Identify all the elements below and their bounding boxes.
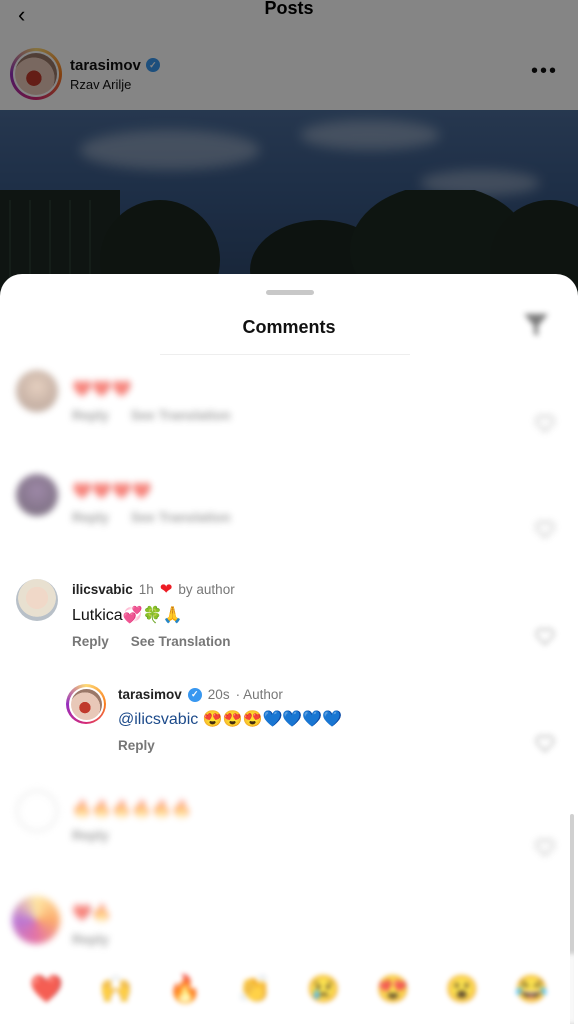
heart-outline-icon[interactable] (534, 836, 556, 858)
comment-text: ❤️❤️❤️ (72, 381, 132, 398)
see-translation-button[interactable]: See Translation (131, 510, 231, 525)
reply-button[interactable]: Reply (118, 738, 155, 753)
reaction-laughing[interactable]: 😂 (515, 973, 549, 1005)
heart-outline-icon[interactable] (534, 412, 556, 434)
filter-icon[interactable] (520, 308, 552, 340)
reaction-heart-eyes[interactable]: 😍 (376, 973, 410, 1005)
liked-by-author-heart-icon: ❤ (159, 581, 173, 598)
see-translation-button[interactable]: See Translation (131, 634, 231, 649)
comment-time: 1h (138, 581, 154, 597)
comment-text: @ilicsvabic 😍😍😍💙💙💙💙 (118, 711, 343, 728)
see-translation-button[interactable]: See Translation (131, 408, 231, 423)
mention-link[interactable]: @ilicsvabic (118, 711, 198, 728)
reaction-raised-hands[interactable]: 🙌 (99, 973, 133, 1005)
commenter-avatar[interactable] (16, 579, 58, 621)
commenter-avatar[interactable] (66, 684, 106, 724)
quick-reaction-bar: ❤️ 🙌 🔥 👏 😢 😍 😮 😂 (0, 954, 578, 1024)
sheet-title: Comments (242, 317, 336, 337)
heart-outline-icon[interactable] (534, 518, 556, 540)
verified-badge-icon: ✓ (187, 687, 202, 702)
reaction-fire[interactable]: 🔥 (168, 973, 202, 1005)
reaction-heart[interactable]: ❤️ (30, 973, 64, 1005)
author-label: · Author (235, 687, 283, 702)
reply-button[interactable]: Reply (72, 634, 109, 649)
comment-username[interactable]: tarasimov (118, 687, 182, 702)
commenter-avatar[interactable] (16, 370, 58, 412)
heart-outline-icon[interactable] (534, 732, 556, 754)
reply-button[interactable]: Reply (72, 932, 109, 947)
reaction-surprised[interactable]: 😮 (445, 973, 479, 1005)
reaction-crying[interactable]: 😢 (307, 973, 341, 1005)
reaction-clap[interactable]: 👏 (238, 973, 272, 1005)
commenter-avatar[interactable] (12, 896, 60, 944)
comment-text: Lutkica💞🍀🙏 (72, 607, 183, 624)
screen: ‹ Posts tarasimov ✓ Rzav Arilje ••• Comm… (0, 0, 578, 1024)
comment-username[interactable]: ilicsvabic (72, 582, 133, 597)
comment-text: ❤️🔥 (72, 905, 112, 922)
header-divider (160, 354, 410, 355)
comment-text: 🔥🔥🔥🔥🔥🔥 (72, 801, 192, 818)
reply-button[interactable]: Reply (72, 828, 109, 843)
drag-handle[interactable] (266, 290, 314, 295)
commenter-avatar[interactable] (16, 474, 58, 516)
reply-button[interactable]: Reply (72, 408, 109, 423)
comment-time: 20s (207, 687, 230, 702)
commenter-avatar[interactable] (16, 790, 58, 832)
liked-by-author-label: by author (178, 581, 235, 597)
heart-outline-icon[interactable] (534, 625, 556, 647)
comments-sheet: Comments ❤️❤️❤️ Reply See Translation ❤️… (0, 274, 578, 1024)
comment-text: ❤️❤️❤️❤️ (72, 483, 152, 500)
reply-button[interactable]: Reply (72, 510, 109, 525)
